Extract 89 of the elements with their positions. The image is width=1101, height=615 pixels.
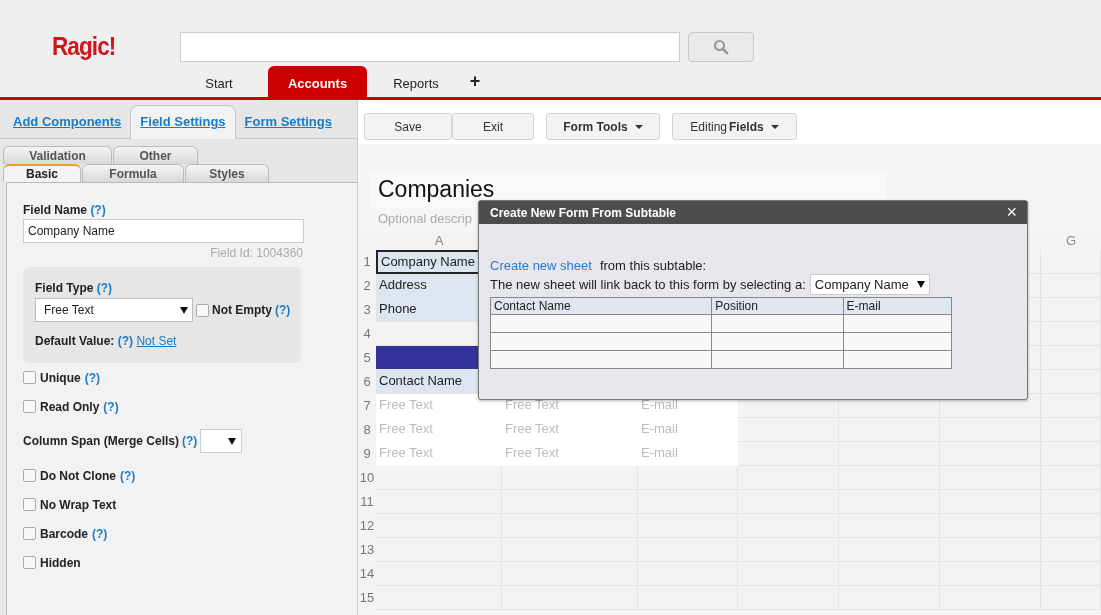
dialog-text: from this subtable: (599, 258, 707, 273)
column-header: E-mail (843, 297, 952, 315)
column-span-select[interactable] (200, 429, 243, 453)
panel-tab[interactable]: Add Components (4, 106, 131, 138)
row-number: 15 (358, 589, 376, 607)
caret-icon (228, 437, 237, 445)
help-link[interactable]: (?) (90, 203, 106, 217)
not-set-link[interactable]: Not Set (136, 334, 177, 348)
checkbox-label: Barcode (40, 526, 89, 541)
column-header: Contact Name (490, 297, 712, 315)
row-number: 7 (362, 397, 372, 415)
checkbox[interactable] (23, 469, 36, 482)
column-header: A (434, 233, 444, 248)
row-number: 5 (362, 349, 372, 367)
help-link[interactable]: (?) (84, 370, 100, 385)
checkbox-label: Unique (40, 370, 81, 385)
row-number: 13 (358, 541, 376, 559)
field-id: Field Id: 1004360 (209, 246, 303, 260)
checkbox-label: Do Not Clone (40, 468, 116, 483)
checkbox[interactable] (23, 400, 36, 413)
table-cell[interactable] (638, 466, 738, 490)
tab[interactable]: Start (180, 66, 258, 97)
checkbox-label: Not Empty (212, 303, 272, 317)
row-number: 4 (362, 325, 372, 343)
panel-tab[interactable]: Field Settings (130, 105, 236, 139)
column-header: G (1065, 233, 1077, 248)
column-header: Position (711, 297, 844, 315)
row-number: 3 (362, 301, 372, 319)
sub-tab[interactable]: Other (113, 146, 198, 164)
panel-tab[interactable]: Form Settings (235, 106, 341, 138)
add-tab-button[interactable]: + (455, 66, 495, 97)
caret-icon (916, 281, 925, 288)
row-number: 12 (358, 517, 376, 535)
caret-icon (180, 306, 188, 314)
tab[interactable]: Reports (377, 66, 455, 97)
sub-tab[interactable]: Basic (3, 164, 81, 182)
toolbar-button[interactable]: Form Tools (546, 113, 660, 140)
row-number: 2 (362, 277, 372, 295)
table-cell[interactable] (738, 466, 839, 490)
dialog-title: Create New Form From Subtable (490, 205, 677, 220)
help-link[interactable]: (?) (275, 303, 291, 317)
form-title: Companies (378, 176, 496, 203)
help-link[interactable]: (?) (182, 434, 198, 448)
field-label: Field Type (35, 281, 94, 295)
field-label: Column Span (Merge Cells) (23, 434, 180, 448)
help-link[interactable]: (?) (103, 399, 119, 414)
close-button[interactable]: × (996, 202, 1027, 223)
checkbox[interactable] (23, 371, 36, 384)
table-cell[interactable] (738, 418, 839, 442)
checkbox-label: Hidden (40, 555, 81, 570)
sub-tab[interactable]: Formula (82, 164, 184, 182)
caret-icon (770, 124, 779, 129)
checkbox-label: No Wrap Text (40, 497, 117, 512)
link-field-select[interactable]: Company Name (809, 274, 930, 295)
search-button[interactable] (688, 31, 754, 62)
search-field[interactable] (180, 31, 680, 62)
field-name-input[interactable]: Company Name (23, 219, 304, 243)
table-cell[interactable] (502, 466, 638, 490)
row-number: 14 (358, 565, 376, 583)
checkbox[interactable] (23, 527, 36, 540)
caret-icon (634, 124, 643, 129)
sub-tab[interactable]: Styles (185, 164, 269, 182)
row-number: 10 (358, 469, 376, 487)
checkbox-label: Read Only (40, 399, 100, 414)
field-label: Field Name (23, 203, 88, 217)
logo[interactable]: Ragic! (52, 32, 168, 61)
help-link[interactable]: (?) (96, 281, 113, 295)
sub-tab[interactable]: Validation (3, 146, 112, 164)
field-type-select[interactable]: Free Text (35, 298, 193, 322)
field-label: Default Value: (35, 334, 115, 348)
tab[interactable]: Accounts (268, 66, 367, 97)
checkbox[interactable] (23, 556, 36, 569)
toolbar-button[interactable]: Editing Fields (672, 113, 797, 140)
table-cell[interactable] (738, 442, 839, 466)
table-cell[interactable] (376, 466, 502, 490)
row-number: 9 (362, 445, 372, 463)
help-link[interactable]: (?) (117, 334, 134, 348)
row-number: 8 (362, 421, 372, 439)
help-link[interactable]: (?) (92, 526, 108, 541)
row-number: 11 (359, 493, 375, 511)
search-icon (713, 38, 729, 55)
row-number: 1 (362, 253, 372, 271)
checkbox[interactable] (23, 498, 36, 511)
form-description: Optional descrip (378, 211, 472, 226)
toolbar-button[interactable]: Exit (452, 113, 534, 140)
toolbar-button[interactable]: Save (364, 113, 452, 140)
checkbox[interactable] (196, 303, 209, 317)
row-number: 6 (362, 373, 372, 391)
help-link[interactable]: (?) (120, 468, 136, 483)
